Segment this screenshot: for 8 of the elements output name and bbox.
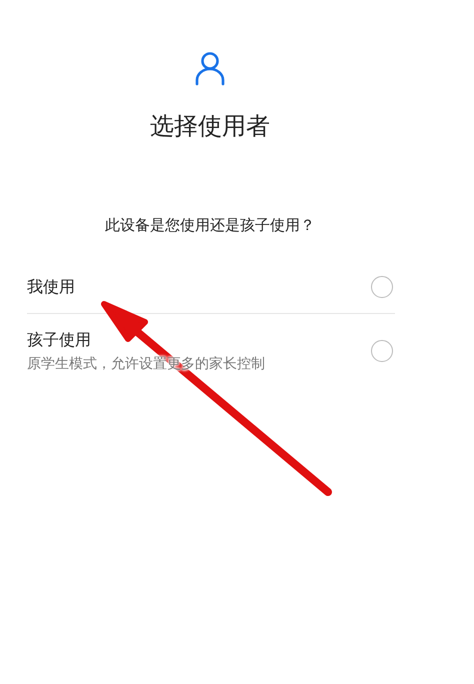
question-text: 此设备是您使用还是孩子使用？: [105, 216, 315, 234]
option-label: 我使用: [27, 276, 75, 298]
radio-button[interactable]: [371, 276, 393, 298]
person-icon: [195, 52, 225, 86]
option-label: 孩子使用: [27, 328, 92, 350]
page-title: 选择使用者: [150, 112, 270, 140]
user-option[interactable]: 我使用: [27, 260, 395, 312]
radio-button[interactable]: [371, 340, 393, 362]
